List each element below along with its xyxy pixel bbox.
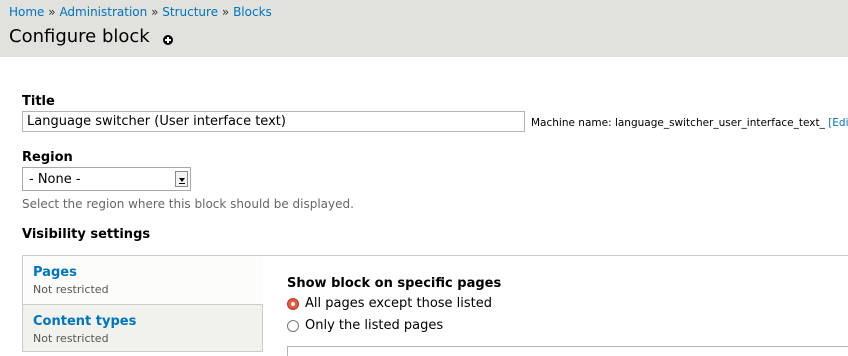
add-shortcut-icon[interactable] (163, 35, 173, 45)
breadcrumb-home[interactable]: Home (9, 5, 44, 19)
breadcrumb-structure[interactable]: Structure (162, 5, 218, 19)
breadcrumb-blocks[interactable]: Blocks (233, 5, 272, 19)
breadcrumb-separator: » (221, 5, 230, 19)
vertical-tab-pages[interactable]: Pages Not restricted (22, 256, 263, 305)
vertical-tab-content-types[interactable]: Content types Not restricted (22, 305, 263, 352)
radio-all-pages-except[interactable] (287, 298, 299, 310)
region-label: Region (22, 150, 73, 165)
region-select-value: - None - (29, 172, 81, 187)
machine-name-edit-link[interactable]: [Edit] (828, 117, 848, 129)
breadcrumb-separator: » (151, 5, 159, 19)
visibility-settings-label: Visibility settings (22, 227, 151, 242)
page-header: Home » Administration » Structure » Bloc… (0, 0, 848, 57)
machine-name: Machine name: language_switcher_user_int… (531, 117, 848, 129)
radio-only-listed-pages[interactable] (287, 320, 299, 332)
region-select[interactable]: - None - (22, 167, 191, 191)
dropdown-arrow-icon[interactable] (175, 171, 188, 187)
title-input[interactable] (22, 111, 525, 132)
region-description: Select the region where this block shoul… (22, 197, 354, 211)
vertical-tab-summary: Not restricted (33, 332, 109, 345)
vertical-tab-title[interactable]: Pages (33, 265, 77, 280)
radio-only-listed-pages-label[interactable]: Only the listed pages (305, 318, 443, 333)
vertical-tab-summary: Not restricted (33, 283, 109, 296)
title-label: Title (22, 94, 55, 109)
breadcrumb: Home » Administration » Structure » Bloc… (9, 5, 272, 19)
radio-all-pages-except-label[interactable]: All pages except those listed (305, 296, 492, 311)
show-block-pages-heading: Show block on specific pages (287, 276, 502, 291)
pages-textarea[interactable] (287, 346, 848, 356)
breadcrumb-separator: » (48, 5, 56, 19)
machine-name-text: Machine name: language_switcher_user_int… (531, 117, 825, 129)
page-title: Configure block (9, 26, 150, 47)
vertical-tab-title[interactable]: Content types (33, 314, 136, 329)
breadcrumb-administration[interactable]: Administration (59, 5, 147, 19)
